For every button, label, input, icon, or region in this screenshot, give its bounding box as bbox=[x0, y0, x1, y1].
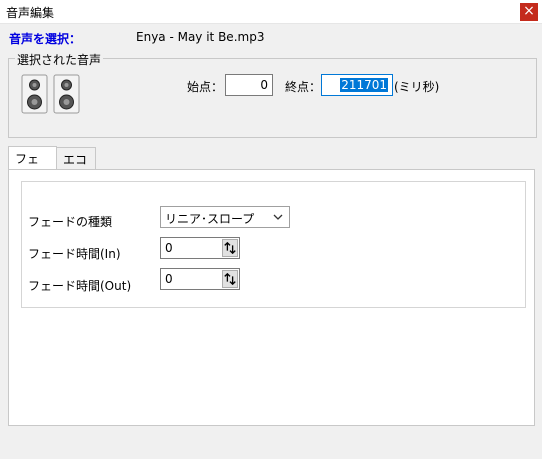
fade-type-select[interactable]: リニア･スロープ bbox=[160, 206, 290, 228]
selected-audio-group: 選択された音声 始点： 0 終点： 211701 (ミリ秒) bbox=[8, 51, 537, 138]
audio-filename: Enya - May it Be.mp3 bbox=[136, 30, 265, 44]
fade-in-label: フェード時間(In) bbox=[28, 247, 121, 261]
start-input[interactable]: 0 bbox=[225, 74, 273, 96]
start-value: 0 bbox=[260, 78, 268, 92]
tab-fade[interactable]: フェード bbox=[8, 146, 57, 183]
end-value: 211701 bbox=[340, 78, 388, 92]
end-label: 終点： bbox=[285, 80, 322, 94]
window-title: 音声編集 bbox=[6, 6, 55, 20]
audio-select-label[interactable]: 音声を選択： bbox=[9, 32, 81, 46]
spin-arrows-icon[interactable] bbox=[222, 239, 238, 257]
group-legend: 選択された音声 bbox=[15, 51, 104, 68]
start-label: 始点： bbox=[187, 80, 224, 94]
fade-out-spinner[interactable]: 0 bbox=[160, 268, 240, 290]
fade-type-label: フェードの種類 bbox=[28, 215, 113, 229]
unit-label: (ミリ秒) bbox=[394, 80, 440, 94]
fade-out-label: フェード時間(Out) bbox=[28, 279, 132, 293]
fade-panel: フェードの種類 リニア･スロープ フェード時間(In) 0 フェード時間(Out… bbox=[8, 169, 535, 426]
spin-arrows-icon[interactable] bbox=[222, 270, 238, 288]
fade-in-value: 0 bbox=[165, 241, 173, 255]
close-button[interactable]: × bbox=[520, 3, 538, 21]
fade-type-value: リニア･スロープ bbox=[165, 212, 255, 226]
fade-out-value: 0 bbox=[165, 272, 173, 286]
chevron-down-icon bbox=[273, 214, 283, 220]
tab-echo[interactable]: エコー bbox=[56, 147, 96, 184]
speaker-icon bbox=[21, 74, 80, 114]
fade-settings-box: フェードの種類 リニア･スロープ フェード時間(In) 0 フェード時間(Out… bbox=[21, 181, 526, 308]
audio-select-row: 音声を選択： Enya - May it Be.mp3 bbox=[9, 30, 264, 47]
title-bar: 音声編集 × bbox=[0, 0, 542, 24]
fade-in-spinner[interactable]: 0 bbox=[160, 237, 240, 259]
end-input[interactable]: 211701 bbox=[321, 74, 393, 96]
